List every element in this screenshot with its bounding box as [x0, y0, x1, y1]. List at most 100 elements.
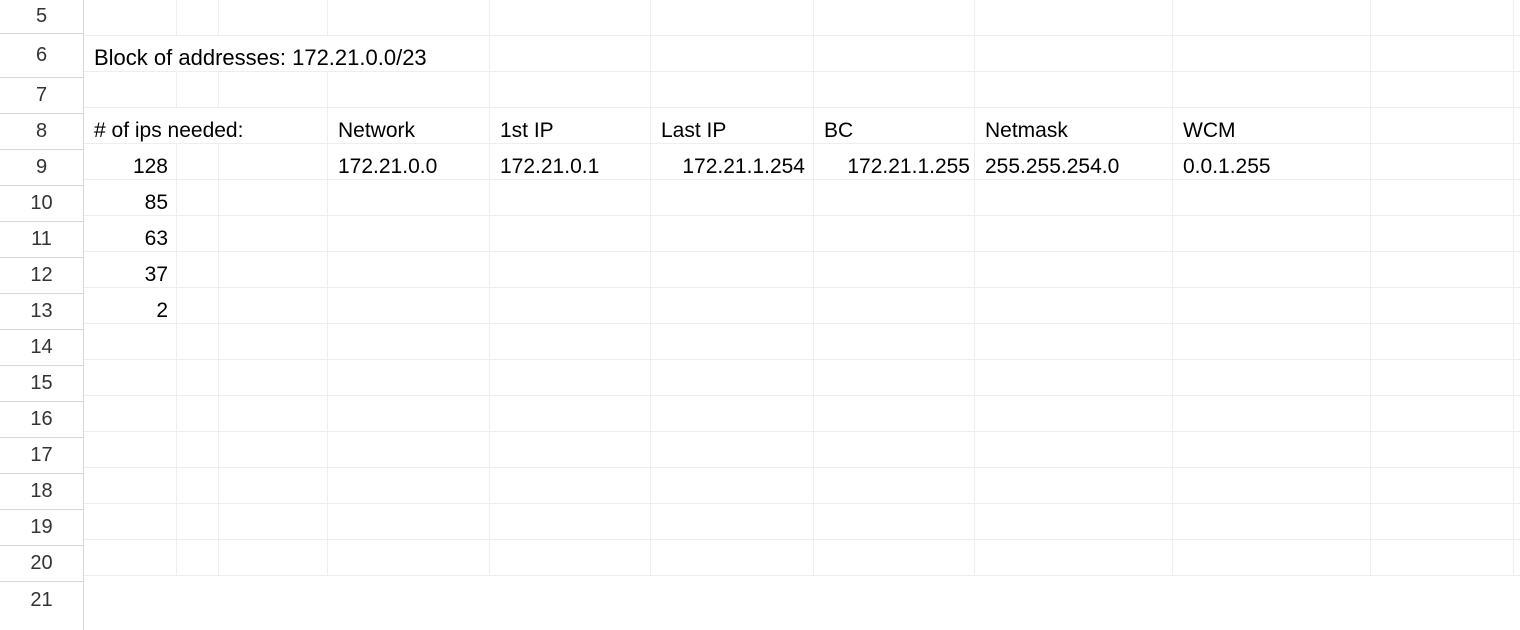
row-header[interactable]: 15	[0, 366, 83, 402]
cell-A14[interactable]	[84, 324, 177, 360]
cell-H19[interactable]	[975, 504, 1173, 540]
cell-A16[interactable]	[84, 396, 177, 432]
cell-H15[interactable]	[975, 360, 1173, 396]
cell-C5[interactable]	[219, 0, 328, 36]
cell-F17[interactable]	[651, 432, 814, 468]
row-header[interactable]: 9	[0, 150, 83, 186]
cell-D14[interactable]	[328, 324, 490, 360]
cell-I6[interactable]	[1173, 36, 1371, 72]
cell-C18[interactable]	[219, 468, 328, 504]
cell-F13[interactable]	[651, 288, 814, 324]
cell-K20[interactable]	[1514, 540, 1520, 576]
row-header[interactable]: 16	[0, 402, 83, 438]
cell-A15[interactable]	[84, 360, 177, 396]
cell-F10[interactable]	[651, 180, 814, 216]
cell-H14[interactable]	[975, 324, 1173, 360]
cell-B14[interactable]	[177, 324, 219, 360]
cell-B15[interactable]	[177, 360, 219, 396]
cell-D15[interactable]	[328, 360, 490, 396]
cell-A5[interactable]	[84, 0, 177, 36]
cell-A7[interactable]	[84, 72, 177, 108]
cell-F7[interactable]	[651, 72, 814, 108]
cell-E15[interactable]	[490, 360, 651, 396]
cell-D12[interactable]	[328, 252, 490, 288]
cell-G12[interactable]	[814, 252, 975, 288]
cell-E13[interactable]	[490, 288, 651, 324]
cell-G15[interactable]	[814, 360, 975, 396]
cell-K10[interactable]	[1514, 180, 1520, 216]
cell-H9[interactable]: 255.255.254.0	[975, 144, 1173, 180]
cell-I9[interactable]: 0.0.1.255	[1173, 144, 1371, 180]
cell-K18[interactable]	[1514, 468, 1520, 504]
cell-A13[interactable]: 2	[84, 288, 177, 324]
cell-A12[interactable]: 37	[84, 252, 177, 288]
row-header[interactable]: 20	[0, 546, 83, 582]
cell-H17[interactable]	[975, 432, 1173, 468]
cell-H5[interactable]	[975, 0, 1173, 36]
cell-H12[interactable]	[975, 252, 1173, 288]
cell-G10[interactable]	[814, 180, 975, 216]
cell-H13[interactable]	[975, 288, 1173, 324]
cell-B7[interactable]	[177, 72, 219, 108]
cell-E19[interactable]	[490, 504, 651, 540]
cell-K15[interactable]	[1514, 360, 1520, 396]
cell-F5[interactable]	[651, 0, 814, 36]
cell-I11[interactable]	[1173, 216, 1371, 252]
row-header[interactable]: 8	[0, 114, 83, 150]
cell-G5[interactable]	[814, 0, 975, 36]
cell-J15[interactable]	[1371, 360, 1514, 396]
cell-K8[interactable]	[1514, 108, 1520, 144]
cell-E10[interactable]	[490, 180, 651, 216]
cell-I7[interactable]	[1173, 72, 1371, 108]
cell-A17[interactable]	[84, 432, 177, 468]
cell-A6[interactable]: Block of addresses: 172.21.0.0/23	[84, 36, 490, 72]
cell-K5[interactable]	[1514, 0, 1520, 36]
cell-J5[interactable]	[1371, 0, 1514, 36]
cell-G14[interactable]	[814, 324, 975, 360]
cell-D7[interactable]	[328, 72, 490, 108]
cell-K6[interactable]	[1514, 36, 1520, 72]
cell-J12[interactable]	[1371, 252, 1514, 288]
cell-B9[interactable]	[177, 144, 219, 180]
cell-H20[interactable]	[975, 540, 1173, 576]
cell-G9[interactable]: 172.21.1.255	[814, 144, 975, 180]
cell-B13[interactable]	[177, 288, 219, 324]
cell-F15[interactable]	[651, 360, 814, 396]
cell-A20[interactable]	[84, 540, 177, 576]
cell-A18[interactable]	[84, 468, 177, 504]
cell-D5[interactable]	[328, 0, 490, 36]
cell-E16[interactable]	[490, 396, 651, 432]
cell-D10[interactable]	[328, 180, 490, 216]
row-header[interactable]: 14	[0, 330, 83, 366]
cell-K9[interactable]	[1514, 144, 1520, 180]
row-header[interactable]: 5	[0, 0, 83, 34]
cell-D11[interactable]	[328, 216, 490, 252]
cell-C7[interactable]	[219, 72, 328, 108]
cell-G20[interactable]	[814, 540, 975, 576]
row-header[interactable]: 12	[0, 258, 83, 294]
row-header[interactable]: 19	[0, 510, 83, 546]
cell-H10[interactable]	[975, 180, 1173, 216]
cell-F20[interactable]	[651, 540, 814, 576]
cell-I18[interactable]	[1173, 468, 1371, 504]
cell-J10[interactable]	[1371, 180, 1514, 216]
cell-J18[interactable]	[1371, 468, 1514, 504]
cell-K14[interactable]	[1514, 324, 1520, 360]
cell-I19[interactable]	[1173, 504, 1371, 540]
cell-A11[interactable]: 63	[84, 216, 177, 252]
cell-G8[interactable]: BC	[814, 108, 975, 144]
cell-J7[interactable]	[1371, 72, 1514, 108]
row-header[interactable]: 11	[0, 222, 83, 258]
cell-A10[interactable]: 85	[84, 180, 177, 216]
cell-F6[interactable]	[651, 36, 814, 72]
cell-J13[interactable]	[1371, 288, 1514, 324]
cell-J16[interactable]	[1371, 396, 1514, 432]
cell-B12[interactable]	[177, 252, 219, 288]
cell-F14[interactable]	[651, 324, 814, 360]
cell-E20[interactable]	[490, 540, 651, 576]
cell-H8[interactable]: Netmask	[975, 108, 1173, 144]
cell-C15[interactable]	[219, 360, 328, 396]
cell-C13[interactable]	[219, 288, 328, 324]
cell-C11[interactable]	[219, 216, 328, 252]
cell-I8[interactable]: WCM	[1173, 108, 1371, 144]
